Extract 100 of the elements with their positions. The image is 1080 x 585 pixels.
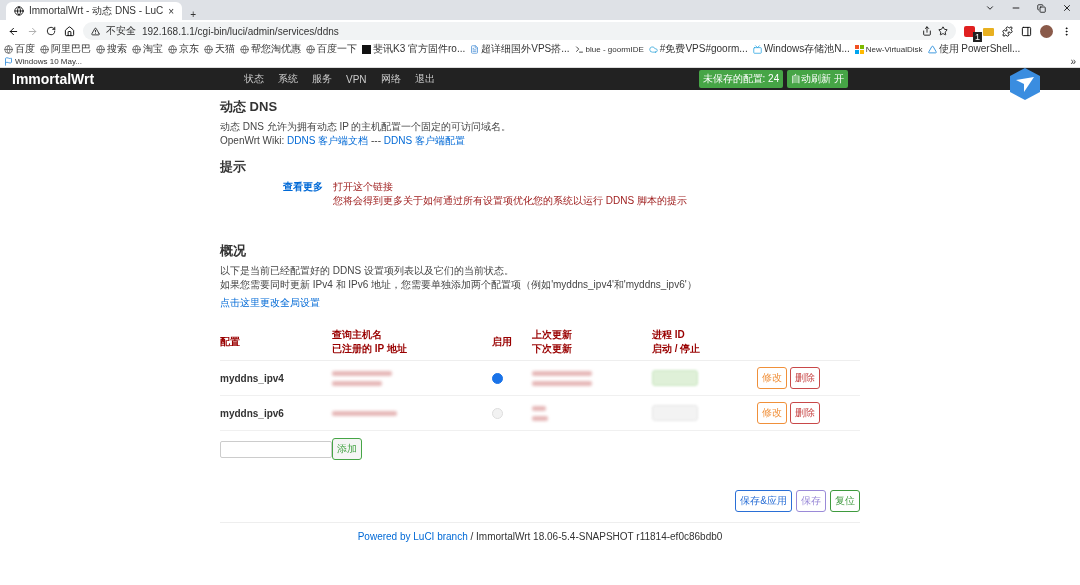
wiki-link[interactable]: DDNS 客户端配置 <box>383 135 465 146</box>
nav-menu-item[interactable]: 服务 <box>312 72 332 86</box>
see-more-link[interactable]: 查看更多 <box>283 180 323 194</box>
column-header: 已注册的 IP 地址 <box>332 342 408 356</box>
square-logo-icon <box>362 44 371 54</box>
home-icon[interactable] <box>64 25 75 37</box>
bookmark-item[interactable]: #免费VPS#goorm... <box>648 42 748 56</box>
close-icon[interactable] <box>1062 3 1072 13</box>
page-title: 动态 DNS <box>220 98 279 116</box>
name-input-field[interactable] <box>220 440 332 458</box>
config-name: myddns_ipv4 <box>220 372 285 384</box>
delete-button[interactable]: 删除 <box>790 367 820 389</box>
blurred-text <box>532 405 546 411</box>
action-button[interactable]: 复位 <box>830 490 860 512</box>
globe-icon <box>132 44 141 54</box>
bookmark-item[interactable]: 搜索 <box>96 42 127 56</box>
blurred-text <box>332 370 392 376</box>
bookmark-item[interactable]: 天猫 <box>204 42 235 56</box>
avatar-icon[interactable] <box>1040 24 1053 38</box>
side-panel-icon[interactable] <box>1021 25 1032 37</box>
four-squares-icon <box>854 44 864 54</box>
nav-menu-item[interactable]: 退出 <box>414 72 435 86</box>
globe-icon <box>204 44 213 54</box>
link-separator: --- <box>369 135 382 146</box>
config-name: myddns_ipv6 <box>220 407 285 419</box>
triangle-icon <box>927 44 937 54</box>
back-icon[interactable] <box>8 25 19 37</box>
bookmark-item[interactable]: 使用 PowerShell... <box>927 42 1021 56</box>
globe-icon <box>40 44 49 54</box>
bookmark-item[interactable]: blue - goormIDE <box>574 44 644 54</box>
flag-icon <box>4 57 13 66</box>
globe-icon <box>4 44 13 54</box>
section-title: 提示 <box>220 158 247 176</box>
open-link-text: 打开这个链接 <box>333 180 394 194</box>
globe-icon <box>306 44 315 54</box>
brand-logo: ImmortalWrt <box>12 71 96 87</box>
action-button[interactable]: 保存&应用 <box>735 490 792 512</box>
bookmark-item[interactable]: 帮您淘优惠 <box>240 42 301 56</box>
column-header: 启用 <box>492 335 513 349</box>
overview-text: 如果您需要同时更新 IPv4 和 IPv6 地址，您需要单独添加两个配置项（例如'myddns_ipv4'和'myddns_ipv6'） <box>220 278 698 292</box>
restore-icon[interactable] <box>1037 3 1046 13</box>
blurred-text <box>532 415 548 421</box>
extension-icon[interactable] <box>964 25 975 37</box>
bookmark-item[interactable]: 百度 <box>4 42 35 56</box>
wiki-label: OpenWrt Wiki: <box>220 135 286 146</box>
globe-icon <box>240 44 249 54</box>
tab-title: ImmortalWrt - 动态 DNS - LuC <box>29 4 164 18</box>
footer-link[interactable]: Powered by LuCI branch <box>357 531 468 542</box>
nav-menu-item[interactable]: VPN <box>346 73 367 85</box>
column-header: 配置 <box>220 335 241 349</box>
browser-tab[interactable]: ImmortalWrt - 动态 DNS - LuC × <box>6 2 183 20</box>
blurred-text <box>532 370 592 376</box>
bookmark-item[interactable]: 百度一下 <box>306 42 357 56</box>
site-icon <box>14 6 24 16</box>
reload-icon[interactable] <box>46 26 56 36</box>
tab-close-button[interactable]: × <box>168 5 175 17</box>
bookmark-item[interactable]: 阿里巴巴 <box>40 42 91 56</box>
extension-badge: 1 <box>973 31 982 42</box>
section-title: 概况 <box>220 242 247 260</box>
overview-text: 以下是当前已经配置好的 DDNS 设置项列表以及它们的当前状态。 <box>220 264 515 278</box>
share-icon[interactable] <box>922 26 932 36</box>
security-label: 不安全 <box>106 24 136 38</box>
blurred-text <box>532 380 592 386</box>
delete-button[interactable]: 删除 <box>790 402 820 424</box>
nav-menu-item[interactable]: 状态 <box>244 72 264 86</box>
bookmark-item[interactable]: 京东 <box>168 42 199 56</box>
more-bookmarks-button[interactable]: » <box>1070 56 1076 67</box>
document-icon <box>470 44 480 54</box>
cloud-icon <box>648 44 658 54</box>
hexagon-bird-logo <box>1010 68 1040 100</box>
bookmark-item[interactable]: 斐讯K3 官方固件ro... <box>362 42 466 56</box>
tab-search-icon[interactable] <box>985 3 995 13</box>
bookmark-item[interactable]: Windows存储池N... <box>752 42 850 56</box>
enabled-checkbox[interactable] <box>492 372 503 384</box>
blurred-text <box>332 410 397 416</box>
globe-icon <box>96 44 105 54</box>
new-tab-button[interactable]: + <box>190 9 196 20</box>
column-header: 查询主机名 <box>332 328 383 342</box>
bookmark-item[interactable]: Windows 10 May... <box>4 57 82 66</box>
bookmark-item[interactable]: 淘宝 <box>132 42 163 56</box>
footer-text: / ImmortalWrt 18.06-5.4-SNAPSHOT r11814-ef0c86bdb0 <box>470 531 723 542</box>
globe-icon <box>168 44 177 54</box>
bookmark-item[interactable]: New-VirtualDisk <box>854 44 923 54</box>
address-bar[interactable]: 不安全 192.168.1.1/cgi-bin/luci/admin/services/ddns <box>83 22 956 40</box>
url-text: 192.168.1.1/cgi-bin/luci/admin/services/ddns <box>142 25 339 37</box>
terminal-icon <box>574 44 584 54</box>
nav-menu-item[interactable]: 系统 <box>278 72 298 86</box>
bookmark-item[interactable]: 超详细国外VPS搭... <box>470 42 570 56</box>
extensions-icon[interactable] <box>1002 25 1013 37</box>
page-description: 动态 DNS 允许为拥有动态 IP 的主机配置一个固定的可访问域名。 <box>220 120 513 134</box>
wiki-link[interactable]: DDNS 客户端文档 <box>287 135 369 146</box>
global-settings-link[interactable]: 点击这里更改全局设置 <box>220 297 320 308</box>
column-header: 进程 ID <box>652 328 686 342</box>
blurred-text <box>332 380 382 386</box>
column-header: 下次更新 <box>532 342 573 356</box>
bookmark-star-icon[interactable] <box>938 26 948 36</box>
nav-menu-item[interactable]: 网络 <box>380 72 401 86</box>
tv-icon <box>752 44 762 54</box>
column-header: 启动 / 停止 <box>652 342 702 356</box>
hint-text: 您将会得到更多关于如何通过所有设置项优化您的系统以运行 DDNS 脚本的提示 <box>333 194 688 208</box>
